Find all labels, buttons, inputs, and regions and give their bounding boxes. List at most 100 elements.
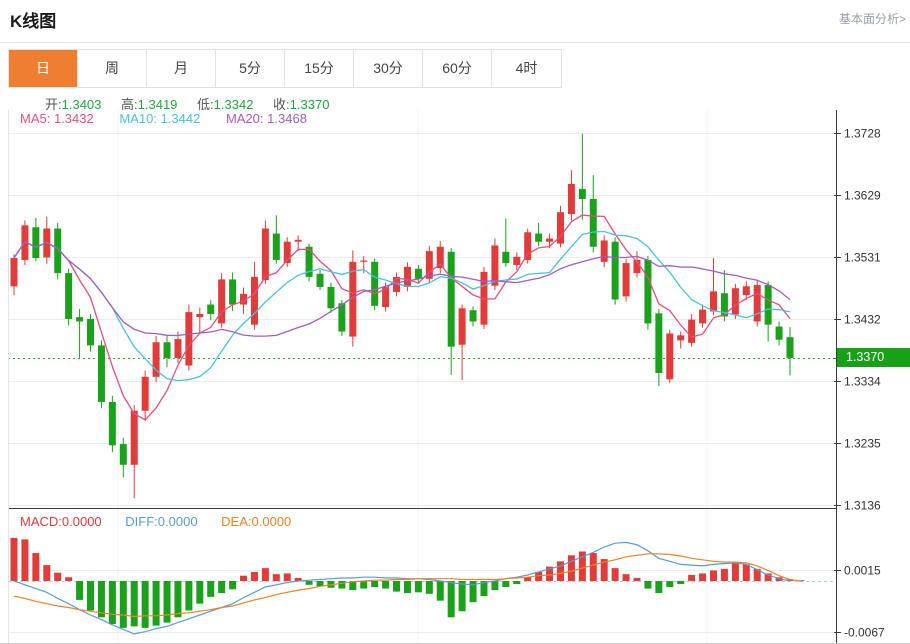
- candle-body: [601, 240, 608, 261]
- candle-body: [327, 287, 334, 308]
- candle-body: [207, 305, 214, 314]
- macd-bar: [612, 568, 619, 581]
- macd-bar: [21, 539, 28, 581]
- candle-body: [338, 303, 345, 331]
- candle-body: [185, 312, 192, 365]
- tab-month[interactable]: 月: [147, 50, 216, 87]
- candle-body: [174, 339, 181, 358]
- candle-body: [295, 240, 302, 242]
- macd-bar: [448, 581, 455, 617]
- macd-readout: MACD:0.0000 DIFF:0.0000 DEA:0.0000: [20, 514, 311, 529]
- tab-60min[interactable]: 60分: [423, 50, 492, 87]
- macd-bar: [174, 581, 181, 617]
- candle-body: [623, 263, 630, 296]
- macd-bar: [732, 562, 739, 581]
- candle-body: [317, 274, 324, 287]
- tab-4hour[interactable]: 4时: [492, 50, 561, 87]
- macd-histogram: [11, 538, 805, 628]
- candle-body: [470, 310, 477, 321]
- candle-body: [710, 291, 717, 311]
- diff-line: [14, 542, 790, 634]
- fundamental-analysis-link[interactable]: 基本面分析>: [839, 10, 906, 27]
- candle-body: [644, 260, 651, 323]
- ma10-value: 1.3442: [161, 111, 201, 126]
- ma20-line: [14, 242, 790, 336]
- low-label: 低:: [197, 97, 214, 112]
- candle-body: [546, 239, 553, 242]
- macd-bar: [262, 568, 269, 581]
- candle-body: [688, 320, 695, 343]
- candle-body: [218, 279, 225, 323]
- y-axis-label: 1.3136: [844, 499, 881, 513]
- current-price-badge: 1.3370: [837, 348, 910, 367]
- macd-bar: [721, 569, 728, 581]
- candle-body: [131, 411, 138, 465]
- candle-body: [655, 313, 662, 373]
- candle-body: [579, 189, 586, 199]
- candle-body: [32, 227, 39, 258]
- candle-body: [612, 242, 619, 300]
- tab-30min[interactable]: 30分: [354, 50, 423, 87]
- macd-bar: [196, 581, 203, 604]
- candle-body: [109, 402, 116, 445]
- tab-5min[interactable]: 5分: [216, 50, 285, 87]
- macd-bar: [185, 581, 192, 610]
- macd-bar: [76, 581, 83, 600]
- candle-body: [262, 229, 269, 281]
- y-axis-label: 1.3728: [844, 127, 881, 141]
- macd-bar: [54, 573, 61, 581]
- macd-bar: [120, 581, 127, 628]
- high-value: 1.3419: [138, 97, 178, 112]
- macd-bar: [404, 581, 411, 593]
- candle-body: [229, 279, 236, 304]
- macd-bar: [142, 581, 149, 628]
- y-axis-label: 1.3334: [844, 375, 881, 389]
- macd-bar: [382, 581, 389, 589]
- header-divider: [0, 42, 910, 43]
- ma20-value: 1.3468: [267, 111, 307, 126]
- macd-bar: [666, 581, 673, 587]
- macd-bar: [273, 574, 280, 581]
- tab-15min[interactable]: 15分: [285, 50, 354, 87]
- y-axis-label: 1.3531: [844, 251, 881, 265]
- macd-bar: [644, 581, 651, 589]
- macd-bar: [87, 581, 94, 610]
- macd-bar: [415, 581, 422, 592]
- macd-axis-label: -0.0067: [844, 626, 885, 640]
- candle-body: [76, 317, 83, 321]
- candle-body: [196, 314, 203, 317]
- macd-axis-label: 0.0015: [844, 564, 881, 578]
- macd-bar: [568, 555, 575, 581]
- candle-body: [776, 327, 783, 340]
- candle-body: [415, 269, 422, 279]
- candle-body: [524, 232, 531, 260]
- macd-bar: [426, 581, 433, 594]
- macd-bar: [109, 581, 116, 624]
- macd-bar: [710, 570, 717, 581]
- macd-bar: [306, 581, 313, 585]
- dea-value: 0.0000: [252, 514, 292, 529]
- candle-body: [535, 234, 542, 242]
- candle-body: [164, 342, 171, 358]
- candle-body: [743, 286, 750, 295]
- tab-day[interactable]: 日: [9, 50, 78, 87]
- macd-bar: [207, 581, 214, 597]
- open-label: 开:: [45, 97, 62, 112]
- candle-body: [98, 345, 105, 402]
- page-title: K线图: [10, 7, 56, 32]
- macd-value: 0.0000: [62, 514, 102, 529]
- macd-bar: [11, 538, 18, 581]
- tab-week[interactable]: 周: [78, 50, 147, 87]
- macd-bar: [218, 581, 225, 593]
- macd-bar: [393, 581, 400, 592]
- macd-bar: [240, 576, 247, 581]
- candle-body: [754, 285, 761, 321]
- candle-body: [459, 308, 466, 344]
- macd-bar: [677, 581, 684, 584]
- diff-label: DIFF:: [125, 514, 158, 529]
- macd-bar: [623, 574, 630, 581]
- macd-bar: [65, 577, 72, 581]
- macd-bar: [633, 578, 640, 581]
- candle-body: [404, 267, 411, 287]
- candle-body: [677, 335, 684, 340]
